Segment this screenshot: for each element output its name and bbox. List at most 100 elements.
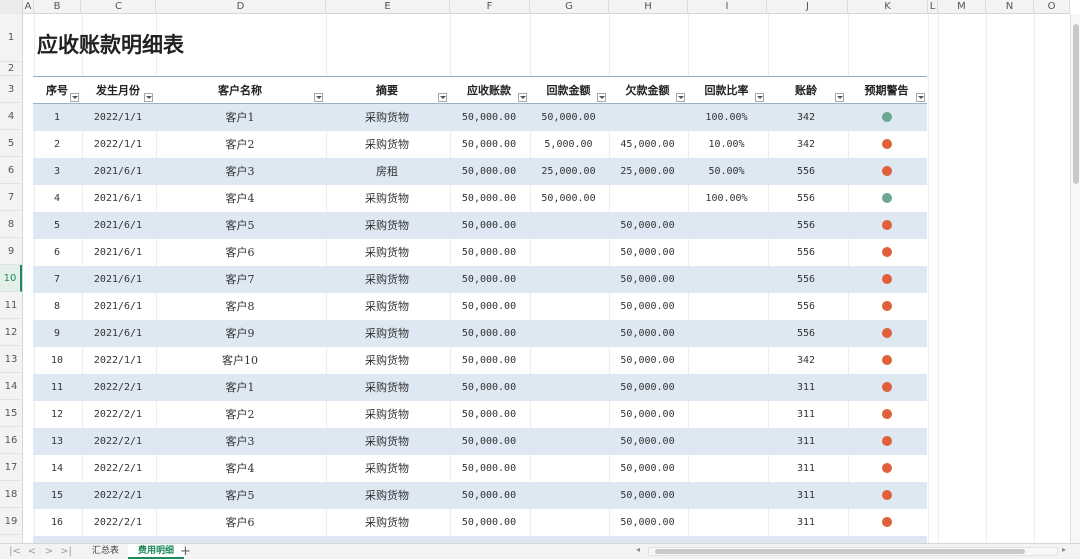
cell-ratio[interactable] [687, 374, 766, 401]
cell-index[interactable]: 4 [33, 185, 81, 212]
cell-index[interactable]: 7 [33, 266, 81, 293]
cell-owed[interactable]: 50,000.00 [608, 293, 687, 320]
table-row[interactable]: 6 2021/6/1 客户6 采购货物 50,000.00 50,000.00 556 [33, 239, 927, 266]
column-header-d[interactable]: D [156, 0, 326, 14]
cell-owed[interactable] [608, 104, 687, 131]
cell-receivable[interactable]: 50,000.00 [449, 320, 529, 347]
cell-customer[interactable]: 客户10 [155, 347, 325, 374]
cell-customer[interactable]: 客户8 [155, 293, 325, 320]
cell-index[interactable]: 12 [33, 401, 81, 428]
cell-month[interactable]: 2022/2/1 [81, 374, 155, 401]
cell-received[interactable]: 50,000.00 [529, 104, 608, 131]
cell-owed[interactable]: 50,000.00 [608, 374, 687, 401]
cell-ratio[interactable]: 100.00% [687, 104, 766, 131]
cell-received[interactable] [529, 509, 608, 536]
cell-age[interactable]: 311 [766, 374, 846, 401]
column-header-m[interactable]: M [938, 0, 986, 14]
cell-received[interactable]: 50,000.00 [529, 185, 608, 212]
horizontal-scroll-thumb[interactable] [655, 549, 1025, 554]
cell-ratio[interactable] [687, 536, 766, 543]
cell-index[interactable]: 16 [33, 509, 81, 536]
table-row[interactable]: 10 2022/1/1 客户10 采购货物 50,000.00 50,000.00 342 [33, 347, 927, 374]
cell-customer[interactable]: 客户6 [155, 239, 325, 266]
cell-received[interactable] [529, 536, 608, 543]
cell-age[interactable]: 556 [766, 266, 846, 293]
cell-customer[interactable]: 客户1 [155, 104, 325, 131]
cell-age[interactable]: 342 [766, 347, 846, 374]
cell-receivable[interactable]: 50,000.00 [449, 401, 529, 428]
row-header-3[interactable]: 3 [0, 76, 22, 103]
cell-received[interactable] [529, 239, 608, 266]
cell-received[interactable] [529, 293, 608, 320]
cell-ratio[interactable] [687, 401, 766, 428]
row-header-19[interactable]: 19 [0, 508, 22, 535]
cell-customer[interactable]: 客户4 [155, 455, 325, 482]
cell-customer[interactable]: 客户5 [155, 212, 325, 239]
cell-index[interactable]: 2 [33, 131, 81, 158]
cell-receivable[interactable]: 50,000.00 [449, 347, 529, 374]
cell-month[interactable]: 2021/6/1 [81, 266, 155, 293]
cell-month[interactable]: 2021/6/1 [81, 293, 155, 320]
cell-received[interactable] [529, 212, 608, 239]
table-row[interactable]: 13 2022/2/1 客户3 采购货物 50,000.00 50,000.00 311 [33, 428, 927, 455]
cell-summary[interactable]: 采购货物 [325, 266, 449, 293]
cell-age[interactable]: 556 [766, 320, 846, 347]
cell-receivable[interactable]: 50,000.00 [449, 239, 529, 266]
cell-received[interactable] [529, 482, 608, 509]
cell-ratio[interactable] [687, 212, 766, 239]
cell-ratio[interactable] [687, 266, 766, 293]
cell-summary[interactable]: 房租 [325, 158, 449, 185]
filter-dropdown-icon[interactable] [755, 93, 764, 102]
cell-index[interactable]: 1 [33, 104, 81, 131]
column-header-k[interactable]: K [848, 0, 928, 14]
cell-receivable[interactable]: 50,000.00 [449, 482, 529, 509]
cell-customer[interactable]: 客户3 [155, 428, 325, 455]
row-header-8[interactable]: 8 [0, 211, 22, 238]
prev-sheet-icon[interactable]: < [25, 545, 39, 558]
cell-index[interactable]: 5 [33, 212, 81, 239]
cell-index[interactable]: 14 [33, 455, 81, 482]
row-header-2[interactable]: 2 [0, 62, 22, 76]
cell-summary[interactable]: 采购货物 [325, 428, 449, 455]
cell-month[interactable]: 2022/1/1 [81, 347, 155, 374]
cell-owed[interactable]: 50,000.00 [608, 536, 687, 543]
cell-received[interactable] [529, 428, 608, 455]
sheet-tab-expense-detail[interactable]: 费用明细 [128, 544, 185, 559]
filter-dropdown-icon[interactable] [597, 93, 606, 102]
cell-customer[interactable]: 客户7 [155, 536, 325, 543]
cell-customer[interactable]: 客户2 [155, 131, 325, 158]
column-header-j[interactable]: J [768, 0, 848, 14]
table-row[interactable]: 11 2022/2/1 客户1 采购货物 50,000.00 50,000.00 311 [33, 374, 927, 401]
cell-index[interactable]: 9 [33, 320, 81, 347]
filter-dropdown-icon[interactable] [518, 93, 527, 102]
cell-month[interactable]: 2021/6/1 [81, 320, 155, 347]
cell-owed[interactable]: 25,000.00 [608, 158, 687, 185]
filter-dropdown-icon[interactable] [144, 93, 153, 102]
cell-summary[interactable]: 采购货物 [325, 239, 449, 266]
cell-age[interactable]: 311 [766, 509, 846, 536]
cell-received[interactable]: 25,000.00 [529, 158, 608, 185]
cell-owed[interactable]: 50,000.00 [608, 320, 687, 347]
cell-ratio[interactable] [687, 509, 766, 536]
cell-owed[interactable]: 50,000.00 [608, 212, 687, 239]
table-row[interactable]: 4 2021/6/1 客户4 采购货物 50,000.00 50,000.00 100.00… [33, 185, 927, 212]
table-row[interactable]: 7 2021/6/1 客户7 采购货物 50,000.00 50,000.00 556 [33, 266, 927, 293]
column-header-i[interactable]: I [688, 0, 767, 14]
cell-age[interactable]: 311 [766, 536, 846, 543]
row-header-20[interactable]: 20 [0, 535, 22, 543]
cell-owed[interactable]: 50,000.00 [608, 401, 687, 428]
table-row[interactable]: 12 2022/2/1 客户2 采购货物 50,000.00 50,000.00 311 [33, 401, 927, 428]
row-header-12[interactable]: 12 [0, 319, 22, 346]
cell-summary[interactable]: 采购货物 [325, 536, 449, 543]
row-header-6[interactable]: 6 [0, 157, 22, 184]
cell-receivable[interactable]: 50,000.00 [449, 455, 529, 482]
column-header-n[interactable]: N [986, 0, 1034, 14]
cell-ratio[interactable] [687, 347, 766, 374]
cell-ratio[interactable]: 100.00% [687, 185, 766, 212]
cell-ratio[interactable] [687, 455, 766, 482]
column-header-o[interactable]: O [1034, 0, 1070, 14]
cell-age[interactable]: 342 [766, 104, 846, 131]
column-header-a[interactable]: A [23, 0, 34, 14]
cell-summary[interactable]: 采购货物 [325, 374, 449, 401]
cell-index[interactable]: 8 [33, 293, 81, 320]
